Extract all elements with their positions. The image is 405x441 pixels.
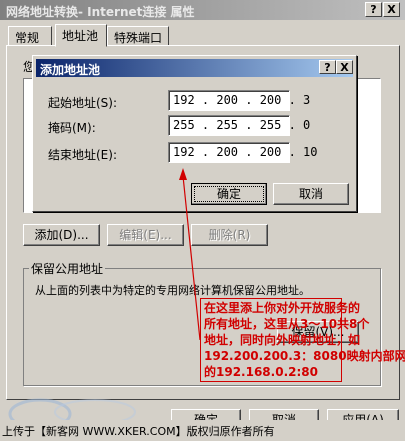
add-pool-title-bar: 添加地址池 ? X [36, 59, 353, 77]
annotation-line: 192.200.200.3：8080映射内部网 [204, 349, 405, 363]
end-address-field[interactable]: 192 . 200 . 200 . 10 [168, 142, 318, 163]
add-pool-dialog: 添加地址池 ? X 起始地址(S): 192 . 200 . 200 . 3 掩… [32, 55, 357, 212]
reserve-description: 从上面的列表中为特定的专用网络计算机保留公用地址。 [35, 284, 310, 297]
footer-text: 上传于【新客网 WWW.XKER.COM】版权归原作者所有 [2, 425, 275, 438]
help-button[interactable]: ? [365, 2, 382, 17]
annotation-line: 在这里添上你对外开放服务的 [204, 301, 361, 315]
reserve-group-title: 保留公用地址 [29, 260, 106, 277]
window-title: 网络地址转换- Internet连接 属性 [6, 5, 195, 19]
tab-special-ports[interactable]: 特殊端口 [107, 26, 169, 46]
add-pool-close-button[interactable]: X [336, 60, 353, 74]
add-pool-cancel-button[interactable]: 取消 [273, 183, 349, 205]
delete-button[interactable]: 删除(R) [191, 224, 268, 246]
close-button[interactable]: X [383, 2, 400, 17]
mask-field[interactable]: 255 . 255 . 255 . 0 [168, 115, 310, 136]
add-pool-title: 添加地址池 [40, 63, 101, 77]
footer-bar: 上传于【新客网 WWW.XKER.COM】版权归原作者所有 [0, 420, 405, 441]
mask-label: 掩码(M): [48, 121, 96, 135]
edit-button[interactable]: 编辑(E)... [107, 224, 184, 246]
tab-address-pool[interactable]: 地址池 [55, 24, 107, 47]
add-pool-ok-button[interactable]: 确定 [191, 183, 267, 205]
start-address-field[interactable]: 192 . 200 . 200 . 3 [168, 90, 310, 111]
annotation-line: 地址，同时向外映射地址，如 [204, 333, 361, 347]
start-address-label: 起始地址(S): [48, 96, 118, 110]
end-address-label: 结束地址(E): [48, 148, 117, 162]
annotation-text: 在这里添上你对外开放服务的 所有地址，这里从3～10共8个 地址，同时向外映射地… [204, 300, 405, 380]
tab-general[interactable]: 常规 [8, 26, 52, 46]
add-button[interactable]: 添加(D)... [23, 224, 100, 246]
title-bar: 网络地址转换- Internet连接 属性 ? X [0, 0, 405, 20]
add-pool-help-button[interactable]: ? [319, 60, 336, 74]
annotation-line: 的192.168.0.2:80 [204, 365, 318, 379]
annotation-line: 所有地址，这里从3～10共8个 [204, 317, 370, 331]
